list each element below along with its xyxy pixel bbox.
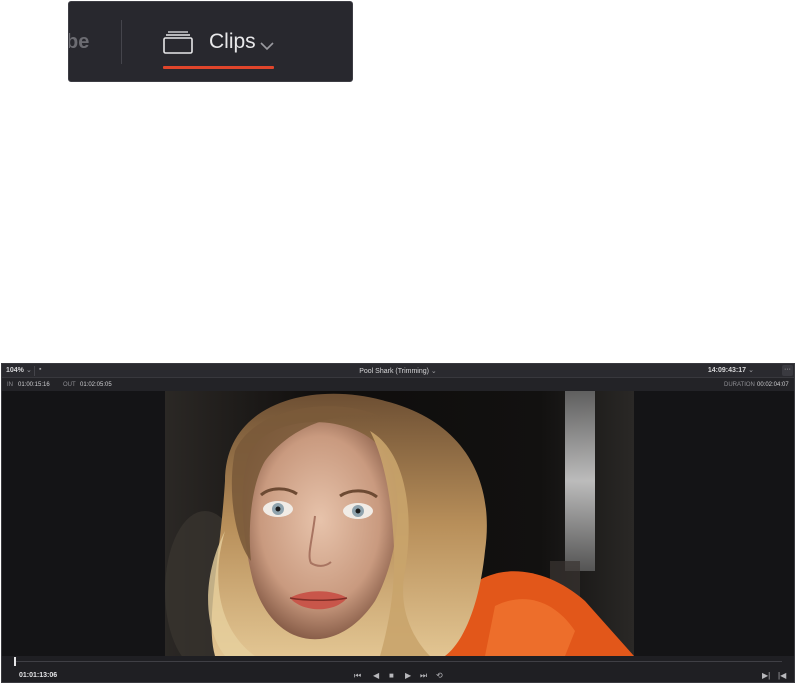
stop-icon[interactable]: ■ bbox=[389, 671, 394, 681]
clips-tab[interactable]: Clips bbox=[163, 24, 275, 70]
previous-page-tab-label[interactable]: be bbox=[69, 31, 89, 54]
in-timecode: 01:00:15:16 bbox=[18, 382, 50, 388]
top-toolbar: be Clips bbox=[68, 1, 353, 82]
current-timecode[interactable]: 01:01:13:06 bbox=[19, 672, 57, 679]
clips-icon bbox=[163, 30, 193, 59]
title-chevron-down-icon: ⌄ bbox=[430, 368, 437, 375]
scrubber-track[interactable] bbox=[14, 661, 782, 662]
toolbar-divider bbox=[121, 20, 122, 64]
more-options-icon[interactable]: ··· bbox=[782, 365, 793, 376]
go-to-out-icon[interactable]: ▶| bbox=[762, 671, 770, 681]
chevron-down-icon[interactable] bbox=[260, 38, 274, 56]
skip-back-icon[interactable]: ⏮ bbox=[354, 671, 361, 681]
out-timecode: 01:02:05:05 bbox=[80, 382, 112, 388]
viewer-panel: 104% ⌄ ▪ Pool Shark (Trimming) ⌄ 14:09:4… bbox=[1, 363, 795, 683]
clip-title[interactable]: Pool Shark (Trimming) ⌄ bbox=[2, 367, 794, 375]
loop-icon[interactable]: ⟲ bbox=[436, 671, 443, 681]
viewer-header: 104% ⌄ ▪ Pool Shark (Trimming) ⌄ 14:09:4… bbox=[2, 364, 794, 378]
viewer-info-bar: IN 01:00:15:16 OUT 01:02:05:05 DURATION … bbox=[2, 378, 794, 391]
out-label: OUT bbox=[63, 382, 76, 388]
viewer-transport-bar: 01:01:13:06 ⏮ ◀ ■ ▶ ⏭ ⟲ ▶| |◀ bbox=[2, 656, 794, 682]
duration-label: DURATION bbox=[724, 382, 755, 388]
play-icon[interactable]: ▶ bbox=[405, 671, 411, 681]
go-to-in-icon[interactable]: |◀ bbox=[778, 671, 786, 681]
video-frame-image bbox=[165, 391, 634, 656]
viewer-frame bbox=[2, 391, 794, 656]
step-back-icon[interactable]: ◀ bbox=[373, 671, 379, 681]
playhead[interactable] bbox=[14, 657, 16, 666]
in-label: IN bbox=[7, 382, 13, 388]
clip-title-text: Pool Shark (Trimming) bbox=[359, 368, 429, 375]
duration-timecode: 00:02:04:07 bbox=[757, 382, 789, 388]
active-tab-underline bbox=[163, 66, 274, 69]
timecode-chevron-down-icon[interactable]: ⌄ bbox=[748, 366, 754, 374]
clips-tab-label: Clips bbox=[209, 30, 256, 53]
source-timecode[interactable]: 14:09:43:17 bbox=[708, 367, 746, 374]
skip-forward-icon[interactable]: ⏭ bbox=[420, 671, 427, 681]
